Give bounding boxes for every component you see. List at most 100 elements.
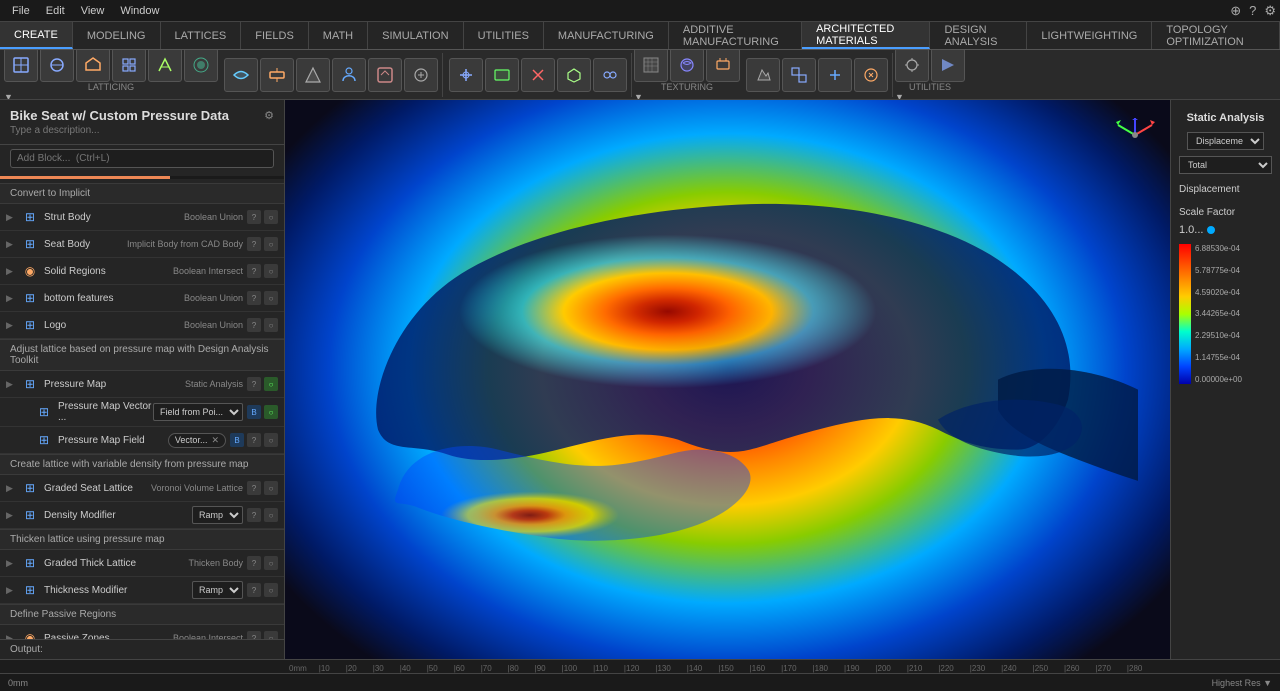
bottom-more-btn[interactable]: ○ (264, 291, 278, 305)
tool-btn-1[interactable] (4, 50, 38, 82)
tool-btn-3[interactable] (76, 50, 110, 82)
row-seat-body[interactable]: ▶ ⊞ Seat Body Implicit Body from CAD Bod… (0, 231, 284, 258)
row-passive-zones[interactable]: ▶ ◉ Passive Zones Boolean Intersect ? ○ (0, 625, 284, 639)
tool-btn-13[interactable] (449, 58, 483, 92)
seat-more-btn[interactable]: ○ (264, 237, 278, 251)
tool-btn-20[interactable] (706, 50, 740, 82)
pmf-b-btn[interactable]: B (230, 433, 244, 447)
strut-info-btn[interactable]: ? (247, 210, 261, 224)
help-icon[interactable]: ⊕ (1230, 3, 1241, 19)
tab-lattices[interactable]: LATTICES (161, 22, 242, 49)
tool-btn-14[interactable] (485, 58, 519, 92)
tab-math[interactable]: MATH (309, 22, 368, 49)
panel-description[interactable]: Type a description... (10, 125, 274, 136)
bottom-info-btn[interactable]: ? (247, 291, 261, 305)
menu-edit[interactable]: Edit (38, 3, 73, 19)
dm-more-btn[interactable]: ○ (264, 508, 278, 522)
tab-topology[interactable]: TOPOLOGY OPTIMIZATION (1152, 22, 1280, 49)
tool-btn-5[interactable] (148, 50, 182, 82)
density-select[interactable]: Ramp (192, 506, 243, 524)
tab-simulation[interactable]: SIMULATION (368, 22, 463, 49)
row-pressure-map[interactable]: ▶ ⊞ Pressure Map Static Analysis ? ○ (0, 371, 284, 398)
expand-bottom[interactable]: ▶ (6, 293, 20, 304)
expand-graded-seat[interactable]: ▶ (6, 483, 20, 494)
menu-view[interactable]: View (73, 3, 113, 19)
logo-info-btn[interactable]: ? (247, 318, 261, 332)
gt-info-btn[interactable]: ? (247, 556, 261, 570)
expand-logo[interactable]: ▶ (6, 320, 20, 331)
tool-btn-22[interactable] (782, 58, 816, 92)
expand-pressure-map[interactable]: ▶ (6, 379, 20, 390)
panel-settings-icon[interactable]: ⚙ (264, 109, 274, 122)
tool-btn-11[interactable] (368, 58, 402, 92)
menu-window[interactable]: Window (112, 3, 167, 19)
pm-more-btn[interactable]: ○ (264, 377, 278, 391)
dm-info-btn[interactable]: ? (247, 508, 261, 522)
row-graded-seat[interactable]: ▶ ⊞ Graded Seat Lattice Voronoi Volume L… (0, 475, 284, 502)
gs-info-btn[interactable]: ? (247, 481, 261, 495)
solid-info-btn[interactable]: ? (247, 264, 261, 278)
tool-btn-4[interactable] (112, 50, 146, 82)
viewport[interactable] (285, 100, 1170, 659)
settings-icon[interactable]: ⚙ (1264, 3, 1276, 19)
tool-btn-26[interactable] (931, 50, 965, 82)
logo-more-btn[interactable]: ○ (264, 318, 278, 332)
pmv-field-select[interactable]: Field from Poi... (153, 403, 243, 421)
pmv-b-btn[interactable]: B (247, 405, 261, 419)
expand-solid[interactable]: ▶ (6, 266, 20, 277)
add-block-input[interactable] (10, 149, 274, 168)
expand-density[interactable]: ▶ (6, 510, 20, 521)
res-label[interactable]: Highest Res ▼ (1212, 678, 1272, 688)
row-pressure-map-field[interactable]: ⊞ Pressure Map Field Vector... ✕ B ? ○ (0, 427, 284, 454)
row-thickness-modifier[interactable]: ▶ ⊞ Thickness Modifier Ramp ? ○ (0, 577, 284, 604)
tab-additive[interactable]: ADDITIVE MANUFACTURING (669, 22, 802, 49)
tool-btn-24[interactable] (854, 58, 888, 92)
question-icon[interactable]: ? (1249, 3, 1256, 19)
row-logo[interactable]: ▶ ⊞ Logo Boolean Union ? ○ (0, 312, 284, 339)
tool-btn-10[interactable] (332, 58, 366, 92)
row-density-modifier[interactable]: ▶ ⊞ Density Modifier Ramp ? ○ (0, 502, 284, 529)
tool-btn-6[interactable] (184, 50, 218, 82)
pmf-more-btn[interactable]: ○ (264, 433, 278, 447)
expand-graded-thick[interactable]: ▶ (6, 558, 20, 569)
tm-info-btn[interactable]: ? (247, 583, 261, 597)
tab-manufacturing[interactable]: MANUFACTURING (544, 22, 669, 49)
texturing-dropdown[interactable]: ▼ (634, 92, 740, 101)
utilities-dropdown[interactable]: ▼ (895, 92, 965, 101)
thickness-select[interactable]: Ramp (192, 581, 243, 599)
row-graded-thick[interactable]: ▶ ⊞ Graded Thick Lattice Thicken Body ? … (0, 550, 284, 577)
row-solid-regions[interactable]: ▶ ◉ Solid Regions Boolean Intersect ? ○ (0, 258, 284, 285)
tool-btn-17[interactable] (593, 58, 627, 92)
pm-info-btn[interactable]: ? (247, 377, 261, 391)
pmf-info-btn[interactable]: ? (247, 433, 261, 447)
tool-btn-19[interactable] (670, 50, 704, 82)
pmf-pill-close[interactable]: ✕ (211, 435, 219, 446)
tool-btn-23[interactable] (818, 58, 852, 92)
tab-modeling[interactable]: MODELING (73, 22, 161, 49)
tool-btn-18[interactable] (634, 50, 668, 82)
menu-file[interactable]: File (4, 3, 38, 19)
tool-btn-8[interactable] (260, 58, 294, 92)
gs-more-btn[interactable]: ○ (264, 481, 278, 495)
solid-more-btn[interactable]: ○ (264, 264, 278, 278)
row-strut-body[interactable]: ▶ ⊞ Strut Body Boolean Union ? ○ (0, 204, 284, 231)
tab-architected[interactable]: ARCHITECTED MATERIALS (802, 22, 930, 49)
tool-btn-12[interactable] (404, 58, 438, 92)
rp-displacement-select[interactable]: Displacement (mm) (1187, 132, 1264, 150)
pz-info-btn[interactable]: ? (247, 631, 261, 639)
row-pressure-map-vector[interactable]: ⊞ Pressure Map Vector ... Field from Poi… (0, 398, 284, 427)
tool-btn-15[interactable] (521, 58, 555, 92)
row-bottom-features[interactable]: ▶ ⊞ bottom features Boolean Union ? ○ (0, 285, 284, 312)
pmv-more-btn[interactable]: ○ (264, 405, 278, 419)
tab-create[interactable]: CREATE (0, 22, 73, 49)
seat-info-btn[interactable]: ? (247, 237, 261, 251)
gt-more-btn[interactable]: ○ (264, 556, 278, 570)
tool-btn-25[interactable] (895, 50, 929, 82)
tool-btn-2[interactable] (40, 50, 74, 82)
latticing-dropdown[interactable]: ▼ (4, 92, 218, 101)
tab-lightweighting[interactable]: LIGHTWEIGHTING (1027, 22, 1152, 49)
tool-btn-16[interactable] (557, 58, 591, 92)
pz-more-btn[interactable]: ○ (264, 631, 278, 639)
tool-btn-7[interactable] (224, 58, 258, 92)
expand-thickness[interactable]: ▶ (6, 585, 20, 596)
